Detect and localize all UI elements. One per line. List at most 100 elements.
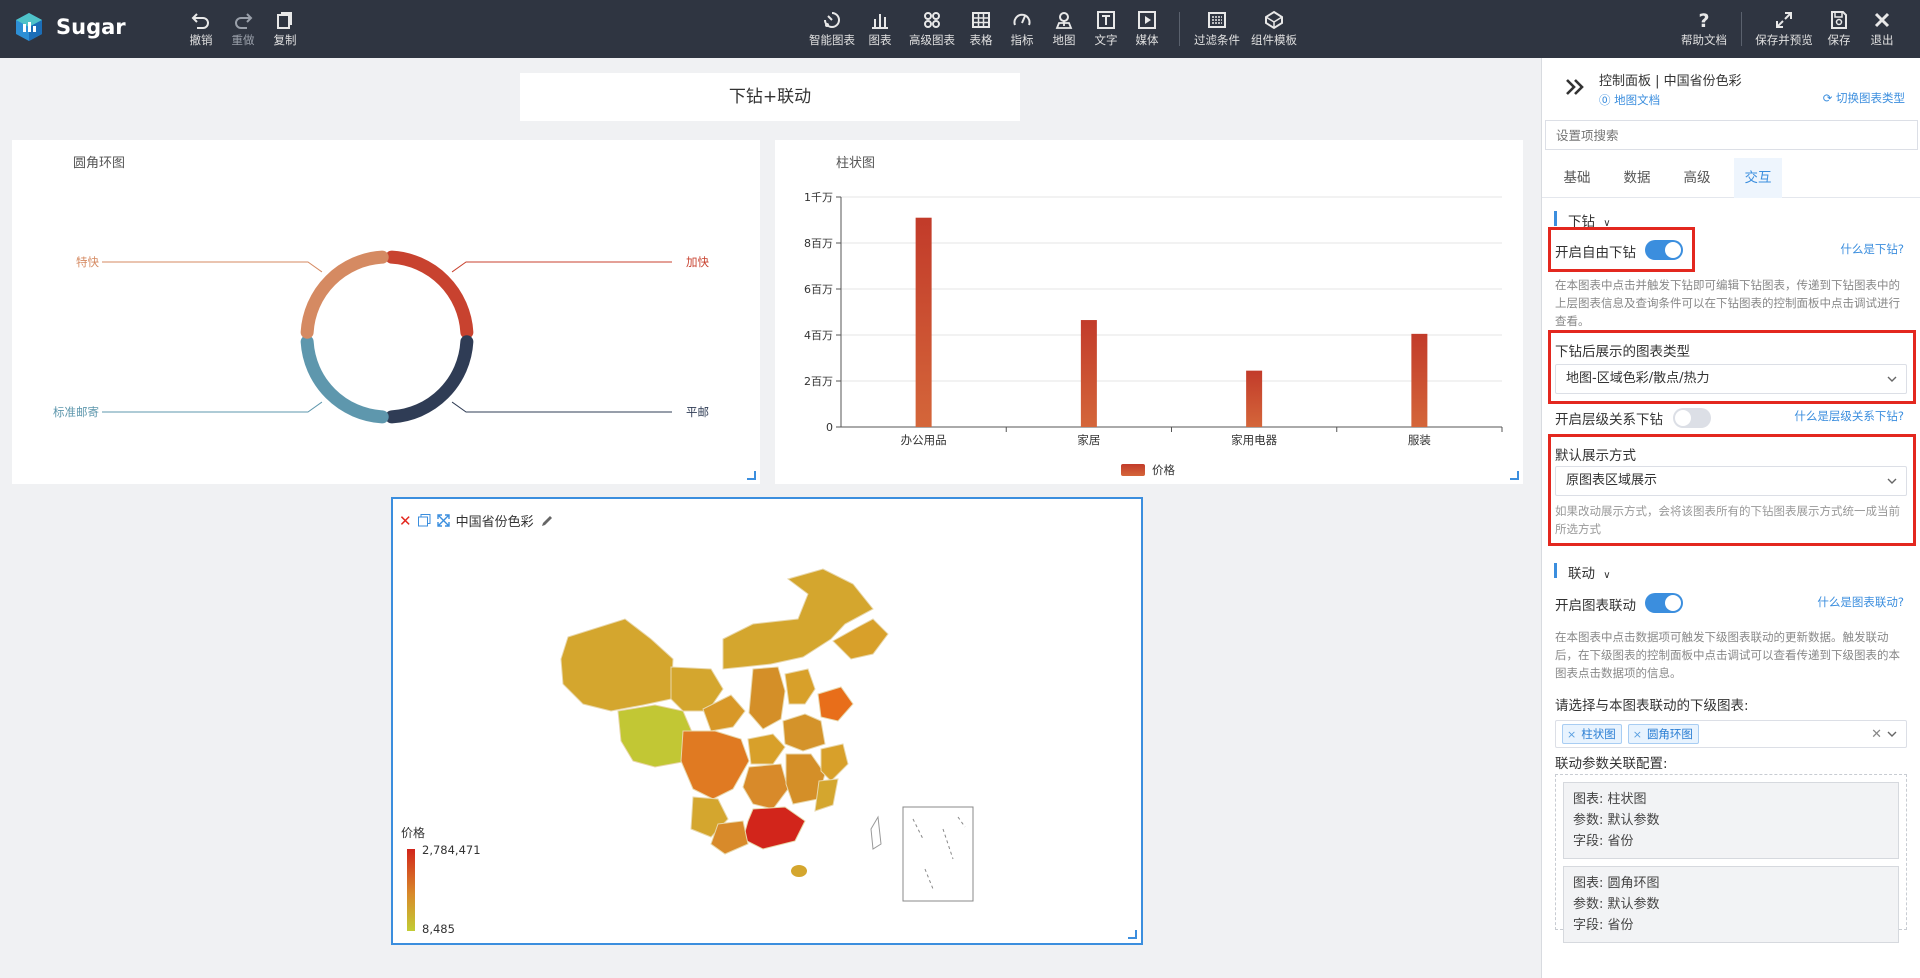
drill-description: 在本图表中点击并触发下钻即可编辑下钻图表，传递到下钻图表中的上层图表信息及查询条… xyxy=(1555,278,1900,328)
province-region xyxy=(742,806,806,850)
hierarchy-drill-label: 开启层级关系下钻 xyxy=(1555,412,1663,428)
advanced-chart-icon xyxy=(924,12,940,28)
map-chart-card[interactable]: ✕ 中国省份色彩 价格 2,784,471 8,485 xyxy=(391,497,1143,945)
y-tick-label: 2百万 xyxy=(804,375,833,388)
tab-interaction[interactable]: 交互 xyxy=(1734,158,1782,198)
toolbar-divider xyxy=(1179,12,1180,46)
tab-advanced[interactable]: 高级 xyxy=(1662,158,1732,198)
map-regions xyxy=(560,568,889,877)
smart-chart-icon xyxy=(824,12,840,28)
help-docs-button[interactable]: ? 帮助文档 xyxy=(1676,10,1732,48)
redo-icon xyxy=(235,13,253,29)
save-preview-button[interactable]: 保存并预览 xyxy=(1752,10,1816,48)
component-template-button[interactable]: 组件模板 xyxy=(1246,10,1302,48)
province-region xyxy=(748,666,786,730)
bar-chart[interactable]: 0 2百万 4百万 6百万 8百万 1千万办公用品 家居 家用电器 服装价格 xyxy=(775,140,1523,484)
panel-tabs: 基础 数据 高级 交互 xyxy=(1542,158,1920,198)
legend-label: 价格 xyxy=(1152,463,1175,477)
donut-slice xyxy=(385,335,474,424)
free-drill-label: 开启自由下钻 xyxy=(1555,245,1636,261)
hierarchy-drill-toggle[interactable] xyxy=(1673,408,1711,428)
app-logo: Sugar xyxy=(14,12,126,42)
linkage-section-header[interactable]: 联动 ∨ xyxy=(1554,562,1611,582)
close-icon xyxy=(1874,12,1890,28)
drill-chart-type-select[interactable]: 地图-区域色彩/散点/热力 xyxy=(1555,364,1907,394)
bar xyxy=(915,217,932,427)
chevron-down-icon xyxy=(1887,376,1897,382)
sugar-logo-icon xyxy=(16,13,42,41)
donut-slice xyxy=(300,250,389,339)
template-icon xyxy=(1265,10,1283,30)
what-is-hierarchy-drill-link[interactable]: 什么是层级关系下钻? xyxy=(1794,408,1904,424)
what-is-linkage-link[interactable]: 什么是图表联动? xyxy=(1817,594,1904,610)
switch-chart-type-link[interactable]: ⟳ 切换图表类型 xyxy=(1823,90,1905,106)
donut-leader-line xyxy=(451,401,672,413)
linked-chart-tag[interactable]: × 柱状图 xyxy=(1562,724,1622,744)
default-display-select[interactable]: 原图表区域展示 xyxy=(1555,466,1907,496)
remove-tag-icon[interactable]: × xyxy=(1633,728,1642,741)
x-tick-label: 家用电器 xyxy=(1231,433,1277,447)
y-tick-label: 6百万 xyxy=(804,283,833,296)
y-tick-label: 0 xyxy=(826,421,833,434)
donut-label: 加快 xyxy=(686,255,709,269)
donut-slice xyxy=(300,335,389,424)
question-circle-icon: ⓪ xyxy=(1599,93,1611,107)
visual-map-min: 8,485 xyxy=(422,922,455,936)
what-is-drill-link[interactable]: 什么是下钻? xyxy=(1840,241,1904,257)
legend-swatch xyxy=(1121,464,1145,476)
bar xyxy=(1080,320,1097,427)
bar xyxy=(1246,370,1263,427)
param-card[interactable]: 图表: 圆角环图 参数: 默认参数 字段: 省份 xyxy=(1563,866,1899,943)
bar-chart-card[interactable]: 柱状图 0 2百万 4百万 6百万 8百万 1千万 办公用品 家居 家用电器 服装 价格 xyxy=(775,140,1523,484)
remove-tag-icon[interactable]: × xyxy=(1567,728,1576,741)
media-icon xyxy=(1138,11,1156,29)
save-icon xyxy=(1831,11,1847,29)
svg-text:?: ? xyxy=(1698,10,1709,30)
donut-chart-card[interactable]: 圆角环图 加快 平邮 标准邮寄 特快 xyxy=(12,140,760,484)
donut-leader-line xyxy=(102,401,323,413)
map-docs-link[interactable]: ⓪ 地图文档 xyxy=(1599,92,1660,108)
south-china-sea-islands xyxy=(912,816,966,890)
page-title[interactable]: 下钻+联动 xyxy=(520,73,1020,121)
chart-icon xyxy=(872,14,888,29)
table-icon xyxy=(972,12,990,28)
donut-label: 标准邮寄 xyxy=(53,405,99,419)
x-tick-label: 办公用品 xyxy=(901,433,947,447)
donut-leader-line xyxy=(451,261,672,273)
linked-charts-multiselect[interactable]: × 柱状图 × 圆角环图 ✕ xyxy=(1555,720,1907,748)
enable-linkage-toggle[interactable] xyxy=(1645,593,1683,613)
visual-map-bar xyxy=(407,849,415,931)
copy-button[interactable]: 复制 xyxy=(259,10,311,48)
clear-icon[interactable]: ✕ xyxy=(1871,721,1882,749)
y-tick-label: 1千万 xyxy=(804,191,833,204)
dashboard-canvas: 下钻+联动 圆角环图 加快 平邮 标准邮寄 特快 柱状图 0 2百万 4百万 6百万 8百万 1… xyxy=(0,58,1541,978)
settings-search-input[interactable] xyxy=(1545,120,1918,150)
chevron-down-icon: ∨ xyxy=(1603,570,1611,581)
resize-handle[interactable] xyxy=(1510,471,1519,480)
help-icon: ? xyxy=(1698,10,1709,30)
smart-chart-button[interactable]: 智能图表 xyxy=(804,10,860,48)
param-card[interactable]: 图表: 柱状图 参数: 默认参数 字段: 省份 xyxy=(1563,782,1899,859)
exit-button[interactable]: 退出 xyxy=(1857,10,1907,48)
resize-handle[interactable] xyxy=(747,471,756,480)
y-tick-label: 4百万 xyxy=(804,329,833,342)
advanced-chart-button[interactable]: 高级图表 xyxy=(904,10,960,48)
china-map[interactable]: 价格 2,784,471 8,485 xyxy=(393,499,1141,943)
legend-title: 价格 xyxy=(401,825,425,840)
chart-button[interactable]: 图表 xyxy=(854,10,906,48)
linked-chart-tag[interactable]: × 圆角环图 xyxy=(1627,724,1699,744)
province-region xyxy=(814,778,839,812)
linked-charts-label: 请选择与本图表联动的下级图表: xyxy=(1555,698,1749,714)
filter-button[interactable]: 过滤条件 xyxy=(1189,10,1245,48)
donut-chart[interactable]: 加快平邮 标准邮寄 特快 xyxy=(12,140,760,484)
display-mode-description: 如果改动展示方式，会将该图表所有的下钻图表展示方式统一成当前所选方式 xyxy=(1555,504,1900,536)
collapse-panel-icon[interactable] xyxy=(1564,76,1586,98)
panel-header: 控制面板 | 中国省份色彩 ⓪ 地图文档 ⟳ 切换图表类型 xyxy=(1542,58,1920,118)
media-button[interactable]: 媒体 xyxy=(1121,10,1173,48)
toolbar-divider xyxy=(1741,12,1742,46)
resize-handle[interactable] xyxy=(1128,930,1137,939)
province-region xyxy=(742,763,789,810)
donut-slice xyxy=(385,250,474,339)
chevron-down-icon xyxy=(1887,731,1897,737)
free-drill-toggle[interactable] xyxy=(1645,240,1683,260)
